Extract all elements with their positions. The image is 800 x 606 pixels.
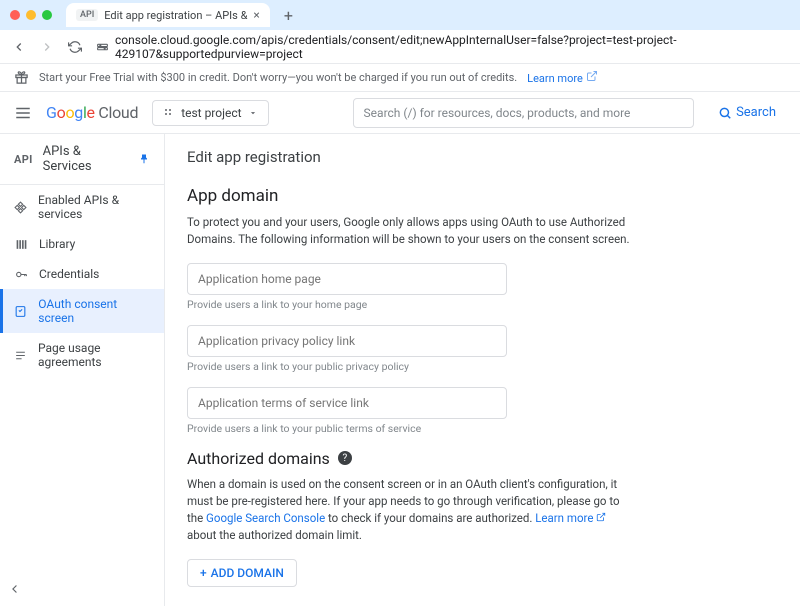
site-settings-icon[interactable] (96, 40, 109, 53)
chevron-down-icon (248, 108, 258, 118)
project-name: test project (181, 106, 241, 120)
maximize-window[interactable] (42, 10, 52, 20)
api-badge: API (14, 153, 33, 166)
cloud-console-header: Google Cloud test project Search (/) for… (0, 92, 800, 134)
sidebar-item-credentials[interactable]: Credentials (0, 259, 164, 289)
minimize-window[interactable] (26, 10, 36, 20)
diamond-icon (14, 201, 27, 214)
sidebar-item-label: Enabled APIs & services (38, 193, 150, 221)
section-authorized-domains: Authorized domains ? (187, 449, 778, 468)
privacy-policy-input[interactable] (187, 325, 507, 357)
sidebar-item-enabled-apis[interactable]: Enabled APIs & services (0, 185, 164, 229)
close-window[interactable] (10, 10, 20, 20)
free-trial-banner: Start your Free Trial with $300 in credi… (0, 64, 800, 92)
global-search-input[interactable]: Search (/) for resources, docs, products… (353, 98, 695, 128)
url-text: console.cloud.google.com/apis/credential… (115, 33, 788, 61)
help-icon[interactable]: ? (338, 451, 352, 465)
home-page-input[interactable] (187, 263, 507, 295)
collapse-sidebar-icon[interactable] (0, 572, 164, 606)
plus-icon: + (200, 566, 207, 580)
learn-more-link[interactable]: Learn more (535, 511, 606, 525)
gift-icon (14, 70, 29, 85)
sidebar-item-page-usage[interactable]: Page usage agreements (0, 333, 164, 377)
page-title: Edit app registration (187, 148, 778, 166)
search-icon (718, 106, 732, 120)
banner-text: Start your Free Trial with $300 in credi… (39, 71, 517, 84)
tab-favicon-badge: API (76, 9, 98, 21)
sidebar-item-label: Library (39, 237, 75, 251)
sidebar: API APIs & Services Enabled APIs & servi… (0, 134, 165, 606)
tab-title: Edit app registration – APIs & (104, 9, 247, 22)
section-app-domain: App domain (187, 186, 778, 206)
close-tab-icon[interactable]: × (253, 8, 259, 22)
consent-icon (14, 305, 27, 318)
pin-icon[interactable] (138, 153, 150, 165)
sidebar-header: API APIs & Services (0, 134, 164, 185)
window-controls (10, 10, 52, 20)
sidebar-title: APIs & Services (43, 144, 128, 174)
search-button[interactable]: Search (708, 105, 786, 120)
sidebar-item-label: Page usage agreements (38, 341, 150, 369)
key-icon (14, 268, 28, 281)
sidebar-item-label: OAuth consent screen (38, 297, 150, 325)
back-icon[interactable] (12, 40, 26, 54)
browser-tab-strip: API Edit app registration – APIs & × + (0, 0, 800, 30)
sidebar-item-label: Credentials (39, 267, 99, 281)
terms-of-service-hint: Provide users a link to your public term… (187, 422, 778, 435)
main-content: Edit app registration App domain To prot… (165, 134, 800, 606)
search-console-link[interactable]: Google Search Console (206, 511, 325, 525)
new-tab-button[interactable]: + (284, 6, 293, 25)
project-selector[interactable]: test project (152, 100, 268, 126)
add-domain-button[interactable]: + ADD DOMAIN (187, 559, 297, 587)
sidebar-item-oauth-consent[interactable]: OAuth consent screen (0, 289, 164, 333)
address-bar[interactable]: console.cloud.google.com/apis/credential… (96, 33, 788, 61)
browser-tab[interactable]: API Edit app registration – APIs & × (66, 3, 270, 27)
browser-toolbar: console.cloud.google.com/apis/credential… (0, 30, 800, 64)
banner-learn-more-link[interactable]: Learn more (527, 70, 597, 85)
sidebar-item-library[interactable]: Library (0, 229, 164, 259)
terms-of-service-input[interactable] (187, 387, 507, 419)
app-domain-description: To protect you and your users, Google on… (187, 214, 637, 249)
forward-icon (40, 40, 54, 54)
nav-menu-icon[interactable] (14, 104, 32, 122)
privacy-policy-hint: Provide users a link to your public priv… (187, 360, 778, 373)
library-icon (14, 238, 28, 251)
reload-icon[interactable] (68, 40, 82, 54)
home-page-hint: Provide users a link to your home page (187, 298, 778, 311)
authorized-domains-description: When a domain is used on the consent scr… (187, 476, 637, 545)
google-cloud-logo[interactable]: Google Cloud (46, 103, 138, 122)
agreement-icon (14, 349, 27, 362)
